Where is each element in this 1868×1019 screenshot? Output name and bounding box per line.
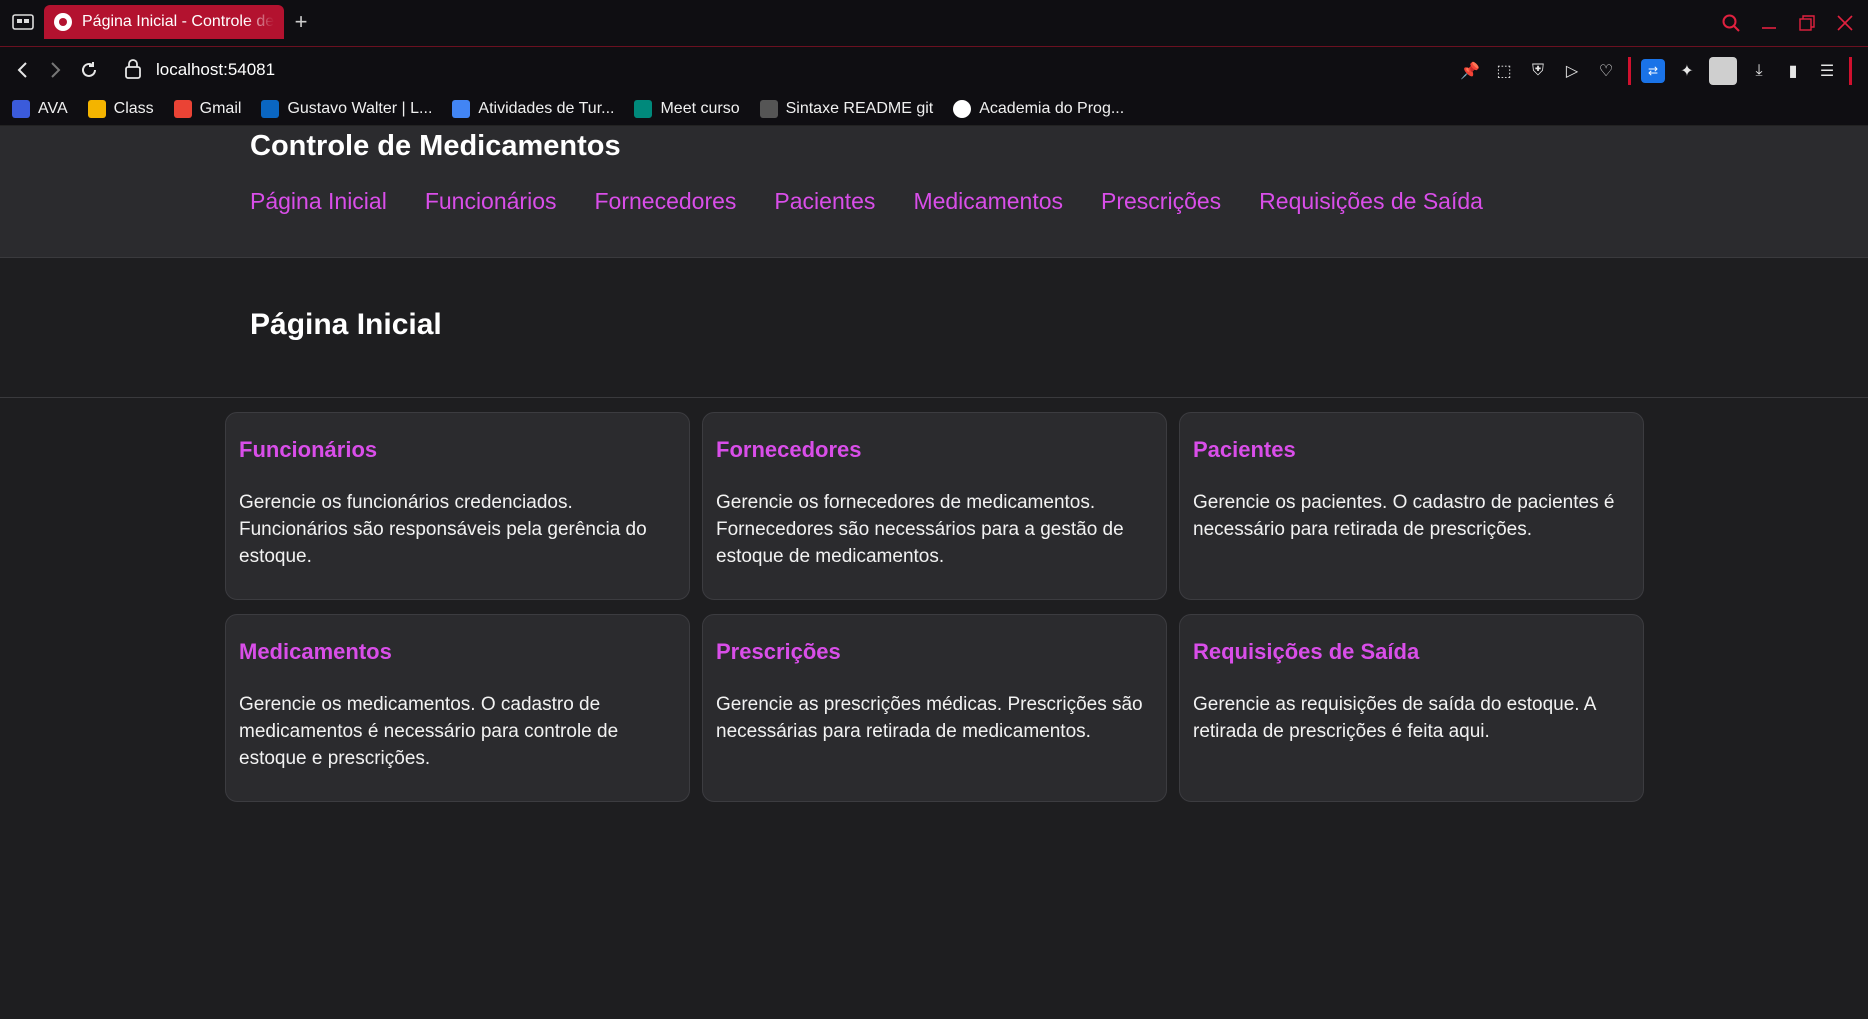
pin-icon[interactable]: 📌 [1458,59,1482,83]
shield-icon[interactable]: ⛨ [1526,59,1550,83]
page-title: Página Inicial [250,308,442,341]
screenshot-icon[interactable]: ⬚ [1492,59,1516,83]
bookmarks-bar: AVA Class Gmail Gustavo Walter | L... At… [0,93,1868,126]
card-funcionarios[interactable]: Funcionários Gerencie os funcionários cr… [225,412,690,600]
translate-extension-icon[interactable]: ⇄ [1641,59,1665,83]
bookmark-class[interactable]: Class [87,100,154,118]
bookmark-label: AVA [38,100,68,117]
back-icon[interactable] [10,57,36,83]
url-field[interactable]: localhost:54081 [156,60,275,80]
card-title[interactable]: Requisições de Saída [1193,639,1630,665]
window-controls [1718,10,1858,36]
bookmark-atividades[interactable]: Atividades de Tur... [452,100,614,118]
browser-tab-bar: Página Inicial - Controle de Medicamento… [0,0,1868,47]
linkedin-icon [261,100,280,118]
nav-pagina-inicial[interactable]: Página Inicial [250,188,387,215]
toolbar-divider-right [1849,57,1852,85]
bookmark-label: Atividades de Tur... [478,100,615,117]
card-title[interactable]: Pacientes [1193,437,1630,463]
markdown-icon [759,100,778,118]
reload-icon[interactable] [76,57,102,83]
nav-medicamentos[interactable]: Medicamentos [913,188,1063,215]
card-title[interactable]: Medicamentos [239,639,676,665]
bookmark-label: Sintaxe README git [785,100,934,117]
nav-funcionarios[interactable]: Funcionários [425,188,557,215]
gmail-icon [173,100,192,118]
card-requisicoes-saida[interactable]: Requisições de Saída Gerencie as requisi… [1179,614,1644,802]
page-heading-bar: Página Inicial [0,258,1868,398]
lock-icon[interactable] [124,59,142,79]
nav-pacientes[interactable]: Pacientes [774,188,875,215]
classroom-people-icon [452,100,471,118]
tab-title: Página Inicial - Controle de Medicamento… [82,13,274,30]
google-meet-icon [634,100,653,118]
bookmark-academia[interactable]: Academia do Prog... [953,100,1124,118]
menu-icon[interactable]: ☰ [1815,59,1839,83]
battery-saver-icon[interactable]: ▮ [1781,59,1805,83]
bookmark-meet[interactable]: Meet curso [634,100,740,118]
play-icon[interactable]: ▷ [1560,59,1584,83]
cards-grid: Funcionários Gerencie os funcionários cr… [225,412,1644,802]
card-medicamentos[interactable]: Medicamentos Gerencie os medicamentos. O… [225,614,690,802]
card-description: Gerencie os fornecedores de medicamentos… [716,492,1124,567]
google-classroom-icon [87,100,106,118]
profile-avatar[interactable] [1709,57,1737,85]
card-description: Gerencie os pacientes. O cadastro de pac… [1193,492,1615,540]
card-description: Gerencie as requisições de saída do esto… [1193,694,1596,742]
new-tab-button[interactable]: + [290,11,312,34]
card-pacientes[interactable]: Pacientes Gerencie os pacientes. O cadas… [1179,412,1644,600]
toolbar-divider [1628,57,1631,85]
bookmark-gmail[interactable]: Gmail [173,100,242,118]
card-title[interactable]: Prescrições [716,639,1153,665]
address-bar: localhost:54081 📌 ⬚ ⛨ ▷ ♡ ⇄ ✦ ⤓ ▮ ☰ [0,47,1868,93]
close-icon[interactable] [1832,10,1858,36]
heart-icon[interactable]: ♡ [1594,59,1618,83]
card-description: Gerencie os medicamentos. O cadastro de … [239,694,619,769]
bookmark-ava[interactable]: AVA [12,100,68,118]
bookmark-linkedin[interactable]: Gustavo Walter | L... [261,100,432,118]
bookmark-label: Gmail [199,100,242,117]
main-nav: Página Inicial Funcionários Fornecedores… [250,188,1483,215]
nav-fornecedores[interactable]: Fornecedores [595,188,737,215]
minimize-icon[interactable] [1756,10,1782,36]
tab-favicon-icon [54,13,72,31]
bookmark-label: Gustavo Walter | L... [287,100,433,117]
download-icon[interactable]: ⤓ [1747,59,1771,83]
card-description: Gerencie os funcionários credenciados. F… [239,492,647,567]
restore-icon[interactable] [1794,10,1820,36]
bookmark-label: Academia do Prog... [979,100,1125,117]
ava-icon [12,100,30,118]
puzzle-extensions-icon[interactable]: ✦ [1675,59,1699,83]
card-description: Gerencie as prescrições médicas. Prescri… [716,694,1143,742]
app-header: Controle de Medicamentos Página Inicial … [0,126,1868,258]
search-icon[interactable] [1718,10,1744,36]
bookmark-readme[interactable]: Sintaxe README git [759,100,934,118]
extensions-toolbar: 📌 ⬚ ⛨ ▷ ♡ ⇄ ✦ ⤓ ▮ ☰ [1458,57,1852,85]
bookmark-label: Meet curso [660,100,740,117]
nav-requisicoes-saida[interactable]: Requisições de Saída [1259,188,1483,215]
bookmark-label: Class [113,100,154,117]
app-title: Controle de Medicamentos [250,130,621,162]
card-title[interactable]: Funcionários [239,437,676,463]
active-tab[interactable]: Página Inicial - Controle de Medicamento… [44,5,284,39]
card-title[interactable]: Fornecedores [716,437,1153,463]
github-icon [953,100,972,118]
card-fornecedores[interactable]: Fornecedores Gerencie os fornecedores de… [702,412,1167,600]
card-prescricoes[interactable]: Prescrições Gerencie as prescrições médi… [702,614,1167,802]
forward-icon[interactable] [42,57,68,83]
nav-prescricoes[interactable]: Prescrições [1101,188,1221,215]
workspaces-icon[interactable] [12,14,34,30]
